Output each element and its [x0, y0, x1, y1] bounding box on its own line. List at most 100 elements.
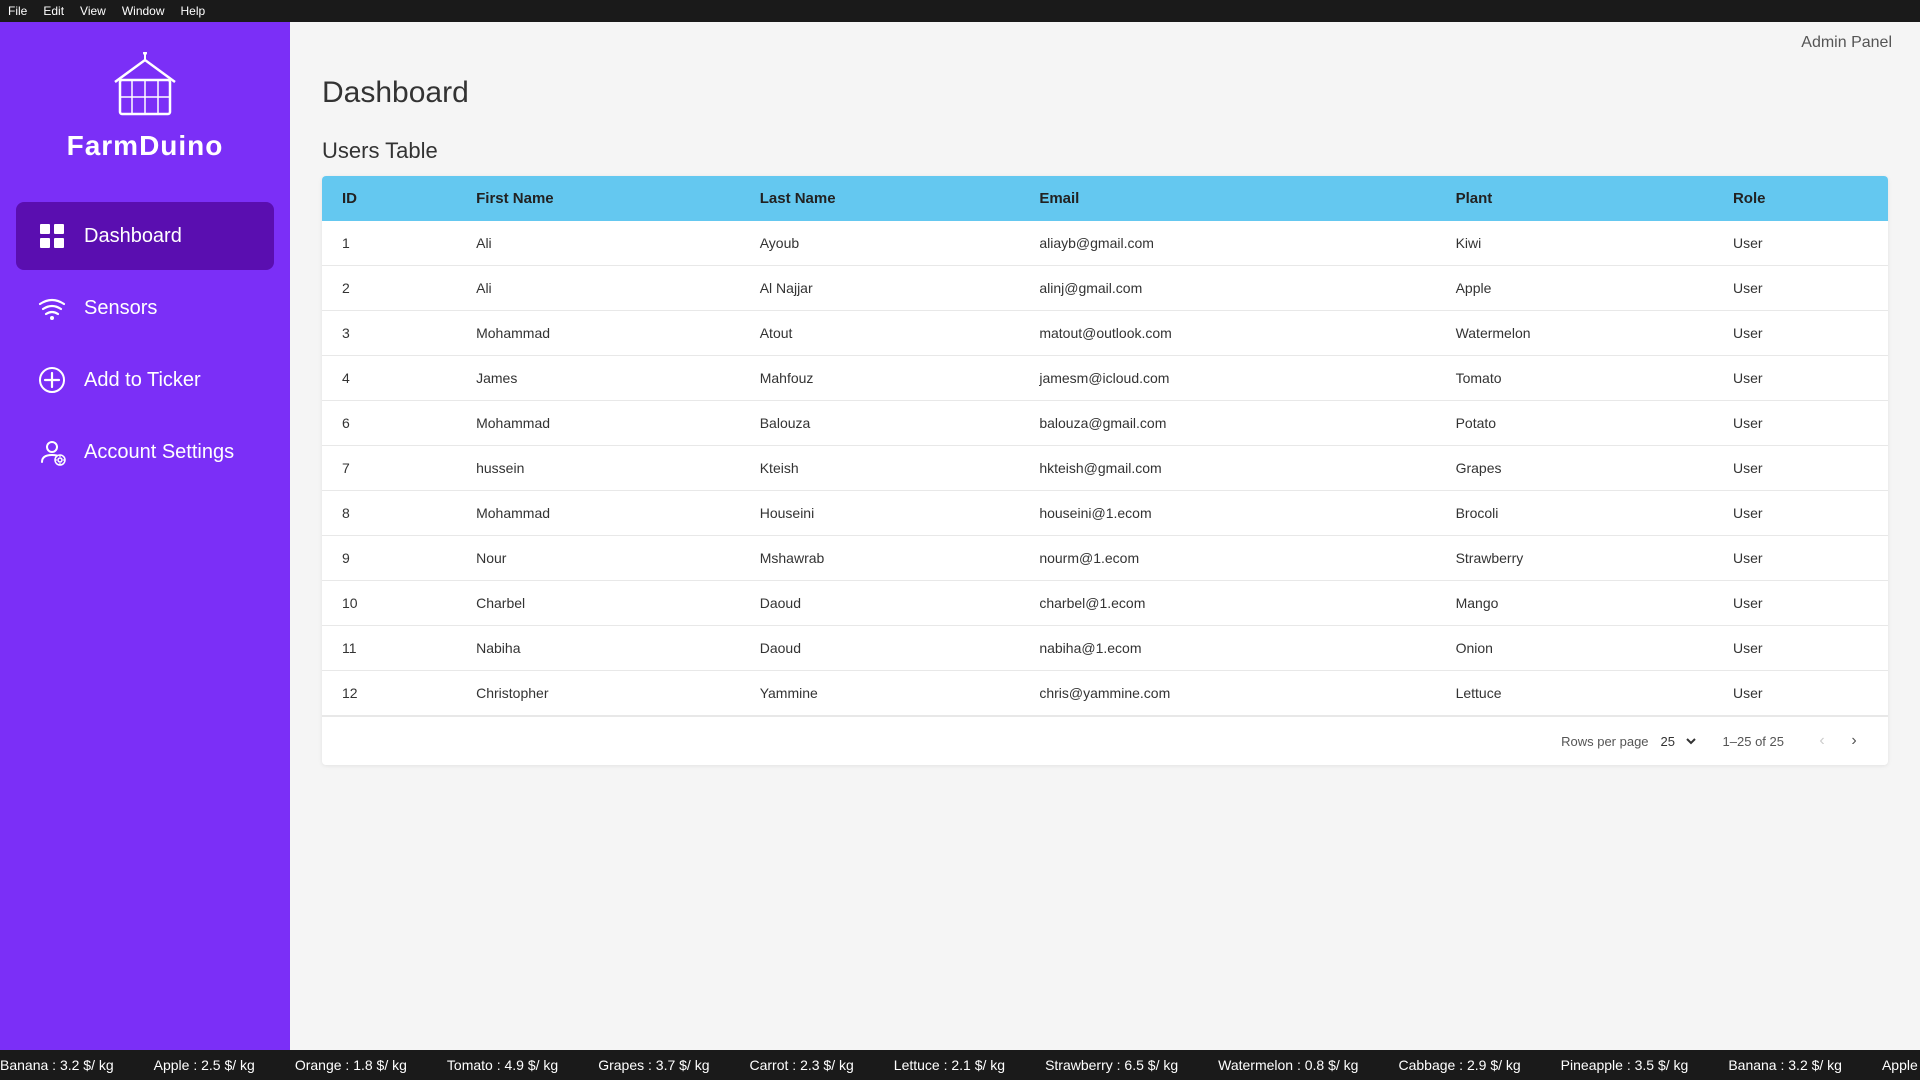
- sidebar-item-account-settings[interactable]: Account Settings: [16, 418, 274, 486]
- ticker-bar: Banana : 3.2 $/ kg Apple : 2.5 $/ kg Orang…: [0, 1050, 1920, 1080]
- sidebar-item-sensors[interactable]: Sensors: [16, 274, 274, 342]
- sidebar-label-sensors: Sensors: [84, 297, 157, 320]
- table-header-row: ID First Name Last Name Email Plant Role: [322, 176, 1888, 221]
- cell-plant: Apple: [1436, 266, 1713, 311]
- sidebar-item-dashboard[interactable]: Dashboard: [16, 202, 274, 270]
- table-row: 6MohammadBalouzabalouza@gmail.comPotatoU…: [322, 401, 1888, 446]
- rows-per-page-label: Rows per page: [1561, 734, 1648, 749]
- users-table-container: ID First Name Last Name Email Plant Role…: [322, 176, 1888, 765]
- cell-first: James: [456, 356, 740, 401]
- admin-panel-label: Admin Panel: [1801, 34, 1892, 52]
- table-row: 3MohammadAtoutmatout@outlook.comWatermel…: [322, 311, 1888, 356]
- cell-first: Ali: [456, 266, 740, 311]
- cell-role: User: [1713, 311, 1888, 356]
- logo-text: FarmDuino: [67, 130, 224, 162]
- cell-first: Nabiha: [456, 626, 740, 671]
- cell-role: User: [1713, 536, 1888, 581]
- menu-edit[interactable]: Edit: [43, 4, 64, 18]
- cell-role: User: [1713, 446, 1888, 491]
- cell-email: chris@yammine.com: [1019, 671, 1435, 716]
- top-bar: Admin Panel: [290, 22, 1920, 52]
- ticker-item: Lettuce : 2.1 $/ kg: [894, 1057, 1005, 1073]
- cell-plant: Lettuce: [1436, 671, 1713, 716]
- table-row: 11NabihaDaoudnabiha@1.ecomOnionUser: [322, 626, 1888, 671]
- cell-role: User: [1713, 401, 1888, 446]
- cell-email: balouza@gmail.com: [1019, 401, 1435, 446]
- cell-plant: Tomato: [1436, 356, 1713, 401]
- cell-first: Mohammad: [456, 401, 740, 446]
- col-id: ID: [322, 176, 456, 221]
- page-title: Dashboard: [322, 76, 1888, 110]
- sidebar-item-add-to-ticker[interactable]: Add to Ticker: [16, 346, 274, 414]
- page-area: Dashboard Users Table ID First Name Last…: [290, 52, 1920, 1050]
- cell-first: Nour: [456, 536, 740, 581]
- col-role: Role: [1713, 176, 1888, 221]
- cell-last: Mahfouz: [740, 356, 1020, 401]
- menu-help[interactable]: Help: [181, 4, 206, 18]
- table-footer: Rows per page 25 50 100 1–25 of 25 ‹ ›: [322, 716, 1888, 765]
- cell-role: User: [1713, 671, 1888, 716]
- cell-id: 8: [322, 491, 456, 536]
- ticker-item: Strawberry : 6.5 $/ kg: [1045, 1057, 1178, 1073]
- cell-last: Daoud: [740, 626, 1020, 671]
- cell-id: 10: [322, 581, 456, 626]
- sidebar-label-add-to-ticker: Add to Ticker: [84, 369, 201, 392]
- col-email: Email: [1019, 176, 1435, 221]
- menu-bar: File Edit View Window Help: [0, 0, 1920, 22]
- cell-id: 11: [322, 626, 456, 671]
- cell-id: 12: [322, 671, 456, 716]
- ticker-inner: Banana : 3.2 $/ kg Apple : 2.5 $/ kg Orang…: [0, 1057, 1920, 1073]
- cell-role: User: [1713, 266, 1888, 311]
- ticker-item: Orange : 1.8 $/ kg: [295, 1057, 407, 1073]
- cell-email: aliayb@gmail.com: [1019, 221, 1435, 266]
- table-row: 4JamesMahfouzjamesm@icloud.comTomatoUser: [322, 356, 1888, 401]
- ticker-item: Apple : 2.5 $/ kg: [1882, 1057, 1920, 1073]
- cell-plant: Watermelon: [1436, 311, 1713, 356]
- nav-items: Dashboard Sensors: [0, 202, 290, 486]
- ticker-item: Apple : 2.5 $/ kg: [154, 1057, 255, 1073]
- cell-last: Yammine: [740, 671, 1020, 716]
- ticker-item: Watermelon : 0.8 $/ kg: [1218, 1057, 1358, 1073]
- table-title: Users Table: [322, 138, 1888, 164]
- cell-role: User: [1713, 626, 1888, 671]
- prev-page-button[interactable]: ‹: [1808, 727, 1836, 755]
- cell-id: 3: [322, 311, 456, 356]
- sidebar: FarmDuino Dashboard: [0, 22, 290, 1050]
- cell-first: Mohammad: [456, 311, 740, 356]
- cell-first: Christopher: [456, 671, 740, 716]
- menu-view[interactable]: View: [80, 4, 106, 18]
- main-content: Admin Panel Dashboard Users Table ID Fir…: [290, 22, 1920, 1050]
- app-body: FarmDuino Dashboard: [0, 22, 1920, 1050]
- col-plant: Plant: [1436, 176, 1713, 221]
- table-row: 9NourMshawrabnourm@1.ecomStrawberryUser: [322, 536, 1888, 581]
- cell-first: Charbel: [456, 581, 740, 626]
- cell-first: hussein: [456, 446, 740, 491]
- cell-plant: Onion: [1436, 626, 1713, 671]
- cell-last: Kteish: [740, 446, 1020, 491]
- pagination-buttons: ‹ ›: [1808, 727, 1868, 755]
- rows-per-page-select[interactable]: 25 50 100: [1657, 733, 1699, 750]
- cell-email: matout@outlook.com: [1019, 311, 1435, 356]
- cell-id: 7: [322, 446, 456, 491]
- cell-id: 6: [322, 401, 456, 446]
- cell-id: 9: [322, 536, 456, 581]
- menu-file[interactable]: File: [8, 4, 27, 18]
- cell-role: User: [1713, 356, 1888, 401]
- cell-first: Ali: [456, 221, 740, 266]
- ticker-item: Tomato : 4.9 $/ kg: [447, 1057, 558, 1073]
- cell-email: hkteish@gmail.com: [1019, 446, 1435, 491]
- cell-id: 1: [322, 221, 456, 266]
- next-page-button[interactable]: ›: [1840, 727, 1868, 755]
- cell-role: User: [1713, 581, 1888, 626]
- table-row: 10CharbelDaoudcharbel@1.ecomMangoUser: [322, 581, 1888, 626]
- table-row: 7husseinKteishhkteish@gmail.comGrapesUse…: [322, 446, 1888, 491]
- cell-plant: Potato: [1436, 401, 1713, 446]
- cell-plant: Mango: [1436, 581, 1713, 626]
- menu-window[interactable]: Window: [122, 4, 165, 18]
- ticker-item: Banana : 3.2 $/ kg: [0, 1057, 114, 1073]
- cell-last: Ayoub: [740, 221, 1020, 266]
- cell-last: Balouza: [740, 401, 1020, 446]
- add-icon: [36, 364, 68, 396]
- cell-plant: Brocoli: [1436, 491, 1713, 536]
- cell-last: Houseini: [740, 491, 1020, 536]
